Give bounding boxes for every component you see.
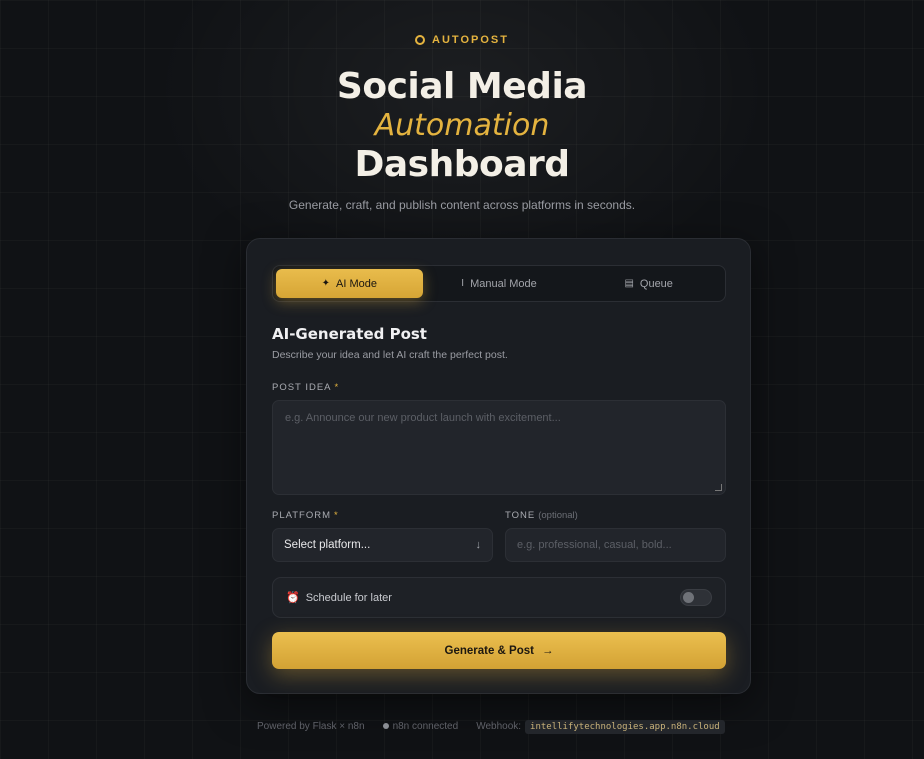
brand-name: AUTOPOST <box>432 34 509 46</box>
resize-handle-icon[interactable] <box>715 484 722 491</box>
platform-select[interactable]: Select platform... ↓ <box>272 528 493 562</box>
generate-post-button[interactable]: Generate & Post → <box>272 632 726 669</box>
brand: AUTOPOST <box>0 34 924 46</box>
cursor-icon: I <box>461 278 465 289</box>
powered-by: Powered by Flask × n8n <box>257 721 365 732</box>
page-title: Social Media Automation Dashboard <box>0 66 924 186</box>
optional-marker: (optional) <box>538 510 578 521</box>
post-form-card: ✦ AI Mode I Manual Mode ▤ Queue AI-Gener… <box>246 238 751 694</box>
required-marker: * <box>334 382 340 393</box>
alarm-clock-icon: ⏰ <box>286 592 300 604</box>
section-description: Describe your idea and let AI craft the … <box>272 349 508 361</box>
schedule-toggle[interactable] <box>680 589 712 606</box>
tab-manual-mode[interactable]: I Manual Mode <box>426 269 573 298</box>
platform-label: PLATFORM * <box>272 510 339 521</box>
brand-ring-icon <box>415 35 426 45</box>
section-title: AI-Generated Post <box>272 325 427 343</box>
status-dot-icon <box>382 723 389 730</box>
tab-label: Manual Mode <box>470 277 537 290</box>
tone-label-text: TONE <box>505 510 536 521</box>
platform-select-value: Select platform... <box>284 539 371 551</box>
schedule-label: Schedule for later <box>305 591 392 604</box>
sparkle-icon: ✦ <box>321 278 331 289</box>
connection-status: n8n connected <box>382 721 459 732</box>
footer: Powered by Flask × n8n n8n connected Web… <box>257 720 747 734</box>
toggle-knob <box>683 592 694 603</box>
tab-label: Queue <box>639 277 673 290</box>
post-idea-label-text: POST IDEA <box>272 382 332 393</box>
webhook-info: Webhook: intellifytechnologies.app.n8n.cl… <box>476 720 725 734</box>
title-line-2: Automation <box>374 108 550 143</box>
tone-input[interactable]: e.g. professional, casual, bold... <box>505 528 726 562</box>
tone-label: TONE (optional) <box>505 510 578 521</box>
required-marker: * <box>334 510 339 521</box>
webhook-label: Webhook: <box>476 721 522 732</box>
clipboard-icon: ▤ <box>624 278 634 289</box>
title-line-1: Social Media <box>336 66 588 107</box>
chevron-down-icon: ↓ <box>475 539 482 551</box>
post-idea-placeholder: e.g. Announce our new product launch wit… <box>285 412 561 424</box>
title-line-3: Dashboard <box>354 144 570 185</box>
arrow-right-icon: → <box>541 644 554 657</box>
platform-label-text: PLATFORM <box>272 510 332 521</box>
schedule-row: ⏰ Schedule for later <box>272 577 726 618</box>
mode-tabs: ✦ AI Mode I Manual Mode ▤ Queue <box>272 265 726 302</box>
post-idea-textarea[interactable]: e.g. Announce our new product launch wit… <box>272 400 726 495</box>
tab-label: AI Mode <box>336 277 378 290</box>
tab-queue[interactable]: ▤ Queue <box>575 269 722 298</box>
webhook-host: intellifytechnologies.app.n8n.cloud <box>525 720 725 734</box>
page-subtitle: Generate, craft, and publish content acr… <box>288 198 636 212</box>
tab-ai-mode[interactable]: ✦ AI Mode <box>276 269 423 298</box>
tone-placeholder: e.g. professional, casual, bold... <box>517 539 672 551</box>
status-text: n8n connected <box>392 721 459 732</box>
generate-button-label: Generate & Post <box>444 644 534 657</box>
post-idea-label: POST IDEA * <box>272 382 339 393</box>
